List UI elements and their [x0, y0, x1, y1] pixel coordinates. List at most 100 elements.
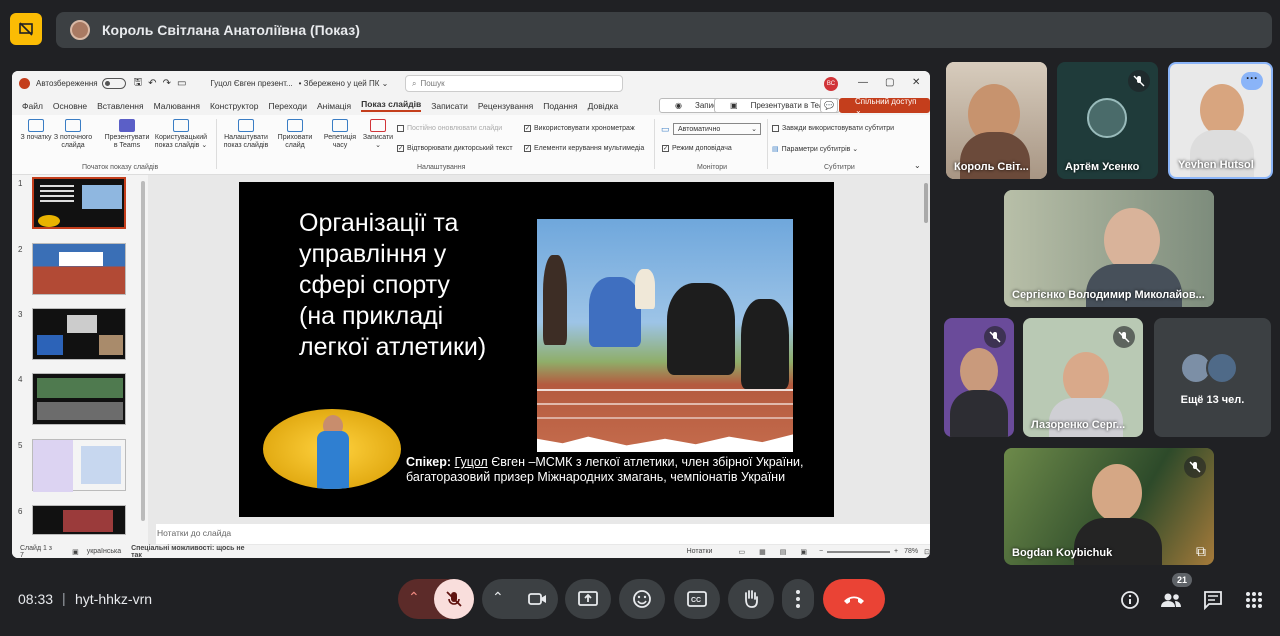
slide-thumbnail-1[interactable]: [32, 177, 126, 229]
more-options-button[interactable]: [782, 579, 814, 619]
setup-show-button[interactable]: Налаштувати показ слайдів: [220, 119, 272, 150]
reading-view-icon[interactable]: ▤: [780, 548, 787, 556]
group-label-monitors: Монітори: [697, 164, 728, 171]
sorter-view-icon[interactable]: ▦: [759, 548, 766, 556]
monitor-select[interactable]: Автоматично ⌄: [673, 123, 761, 135]
zoom-in-icon[interactable]: +: [894, 548, 898, 555]
tab-view[interactable]: Подання: [543, 101, 577, 111]
people-button[interactable]: [1160, 589, 1182, 611]
narration-checkbox[interactable]: ✓ Відтворювати дикторський текст: [397, 145, 513, 152]
participant-tile[interactable]: Король Світ...: [946, 62, 1047, 179]
divider: [767, 119, 768, 169]
tab-file[interactable]: Файл: [22, 101, 43, 111]
more-participants-tile[interactable]: Ещё 13 чел.: [1154, 318, 1271, 437]
maximize-icon[interactable]: ▢: [885, 77, 894, 88]
share-button[interactable]: Спільний доступ ⌄: [839, 97, 930, 115]
captions-button[interactable]: CC: [674, 579, 720, 619]
start-show-icon[interactable]: ▭: [177, 78, 186, 89]
minimize-icon[interactable]: —: [858, 77, 868, 88]
presentation-icon[interactable]: [10, 13, 42, 45]
chat-button[interactable]: [1202, 589, 1224, 611]
from-start-button[interactable]: З початку: [20, 119, 52, 142]
save-icon[interactable]: 🖫: [134, 75, 143, 92]
slide-thumbnail-3[interactable]: [32, 308, 126, 360]
participant-tile[interactable]: Bogdan Koybichuk ⧉: [1004, 448, 1214, 565]
participant-tile[interactable]: Сергієнко Володимир Миколайов...: [1004, 190, 1214, 307]
slide-thumbnail-6[interactable]: [32, 505, 126, 535]
emoji-button[interactable]: [619, 579, 665, 619]
participant-name: Сергієнко Володимир Миколайов...: [1012, 289, 1205, 301]
from-current-button[interactable]: З поточного слайда: [52, 119, 94, 150]
more-horiz-icon[interactable]: ···: [1241, 72, 1263, 90]
subtitle-settings-button[interactable]: ▤ Параметри субтитрів ⌄: [772, 145, 858, 153]
zoom-level[interactable]: 78%: [904, 548, 918, 555]
play-current-icon: [65, 119, 81, 132]
rehearse-button[interactable]: Репетиція часу: [320, 119, 360, 150]
tab-record[interactable]: Записати: [431, 101, 468, 111]
tab-review[interactable]: Рецензування: [478, 101, 533, 111]
language-label[interactable]: українська: [87, 548, 121, 555]
record-ribbon-button[interactable]: Записати ⌄: [360, 119, 396, 150]
zoom-slider[interactable]: [827, 550, 891, 553]
close-icon[interactable]: ✕: [912, 77, 920, 88]
slide-thumbnail-2[interactable]: [32, 243, 126, 295]
collapse-ribbon-icon[interactable]: ⌄: [914, 161, 921, 170]
camera-button[interactable]: [518, 579, 558, 619]
participant-tile[interactable]: Лазоренко Серг...: [1023, 318, 1143, 437]
thumbnails-scrollbar[interactable]: [141, 181, 145, 521]
athlete-photo: [263, 409, 401, 489]
user-avatar[interactable]: ВС: [824, 77, 838, 91]
chevron-up-icon[interactable]: ⌃: [408, 589, 420, 606]
runner-figure: [635, 269, 655, 309]
activities-button[interactable]: [1243, 589, 1265, 611]
tab-design[interactable]: Конструктор: [210, 101, 258, 111]
editor-scrollbar[interactable]: [924, 183, 928, 223]
always-subtitles-checkbox[interactable]: Завжди використовувати субтитри: [772, 125, 894, 132]
comments-icon[interactable]: 💬: [820, 98, 838, 113]
mic-off-button[interactable]: [434, 579, 474, 619]
participant-tile[interactable]: [944, 318, 1014, 437]
current-slide[interactable]: Організації та управління у сфері спорту…: [239, 182, 834, 517]
tab-help[interactable]: Довідка: [588, 101, 619, 111]
chevron-up-icon[interactable]: ⌃: [492, 589, 504, 606]
timings-checkbox[interactable]: ✓ Використовувати хронометраж: [524, 125, 635, 132]
fit-slide-icon[interactable]: ⊡: [924, 548, 930, 556]
setup-icon: [238, 119, 254, 132]
saved-state[interactable]: • Збережено у цей ПК ⌄: [299, 79, 389, 88]
tab-insert[interactable]: Вставлення: [97, 101, 143, 111]
zoom-out-icon[interactable]: −: [819, 548, 823, 555]
leave-call-button[interactable]: [823, 579, 885, 619]
raise-hand-button[interactable]: [728, 579, 774, 619]
slide-thumbnail-5[interactable]: [32, 439, 126, 492]
accessibility-status[interactable]: Спеціальні можливості: щось не так: [131, 545, 244, 559]
thumb-number: 3: [18, 310, 23, 319]
meeting-info-button[interactable]: [1119, 589, 1141, 611]
slideshow-view-icon[interactable]: ▣: [800, 548, 807, 556]
crop-icon[interactable]: ⧉: [1196, 543, 1206, 560]
notes-toggle-button[interactable]: Нотатки: [687, 548, 713, 555]
tab-draw[interactable]: Малювання: [154, 101, 200, 111]
participant-tile[interactable]: Артём Усенко: [1057, 62, 1158, 179]
presenter-view-checkbox[interactable]: ✓ Режим доповідача: [662, 145, 732, 152]
tab-home[interactable]: Основне: [53, 101, 87, 111]
hide-slide-button[interactable]: Приховати слайд: [274, 119, 316, 150]
custom-show-button[interactable]: Користувацький показ слайдів ⌄: [152, 119, 210, 150]
tab-animations[interactable]: Анімація: [317, 101, 351, 111]
tab-slideshow[interactable]: Показ слайдів: [361, 99, 422, 112]
notes-field[interactable]: Нотатки до слайда: [156, 524, 930, 544]
people-icon: [1161, 593, 1181, 607]
redo-icon[interactable]: ↷: [163, 78, 171, 89]
thumb-image: [67, 315, 97, 333]
slide-thumbnail-4[interactable]: [32, 373, 126, 425]
update-slides-checkbox[interactable]: Постійно оновлювати слайди: [397, 125, 502, 132]
present-screen-button[interactable]: [565, 579, 611, 619]
present-teams-ribbon-button[interactable]: Презентувати в Teams: [102, 119, 152, 150]
undo-icon[interactable]: ↶: [148, 78, 156, 89]
tab-transitions[interactable]: Переходи: [268, 101, 307, 111]
normal-view-icon[interactable]: ▭: [738, 548, 745, 556]
media-controls-checkbox[interactable]: ✓ Елементи керування мультимедіа: [524, 145, 644, 152]
search-input[interactable]: ⌕ Пошук: [405, 75, 623, 92]
autosave-toggle[interactable]: [101, 78, 126, 89]
participant-tile-active[interactable]: ··· Yevhen Hutsol: [1168, 62, 1273, 179]
spellcheck-icon[interactable]: ▣: [72, 548, 79, 556]
